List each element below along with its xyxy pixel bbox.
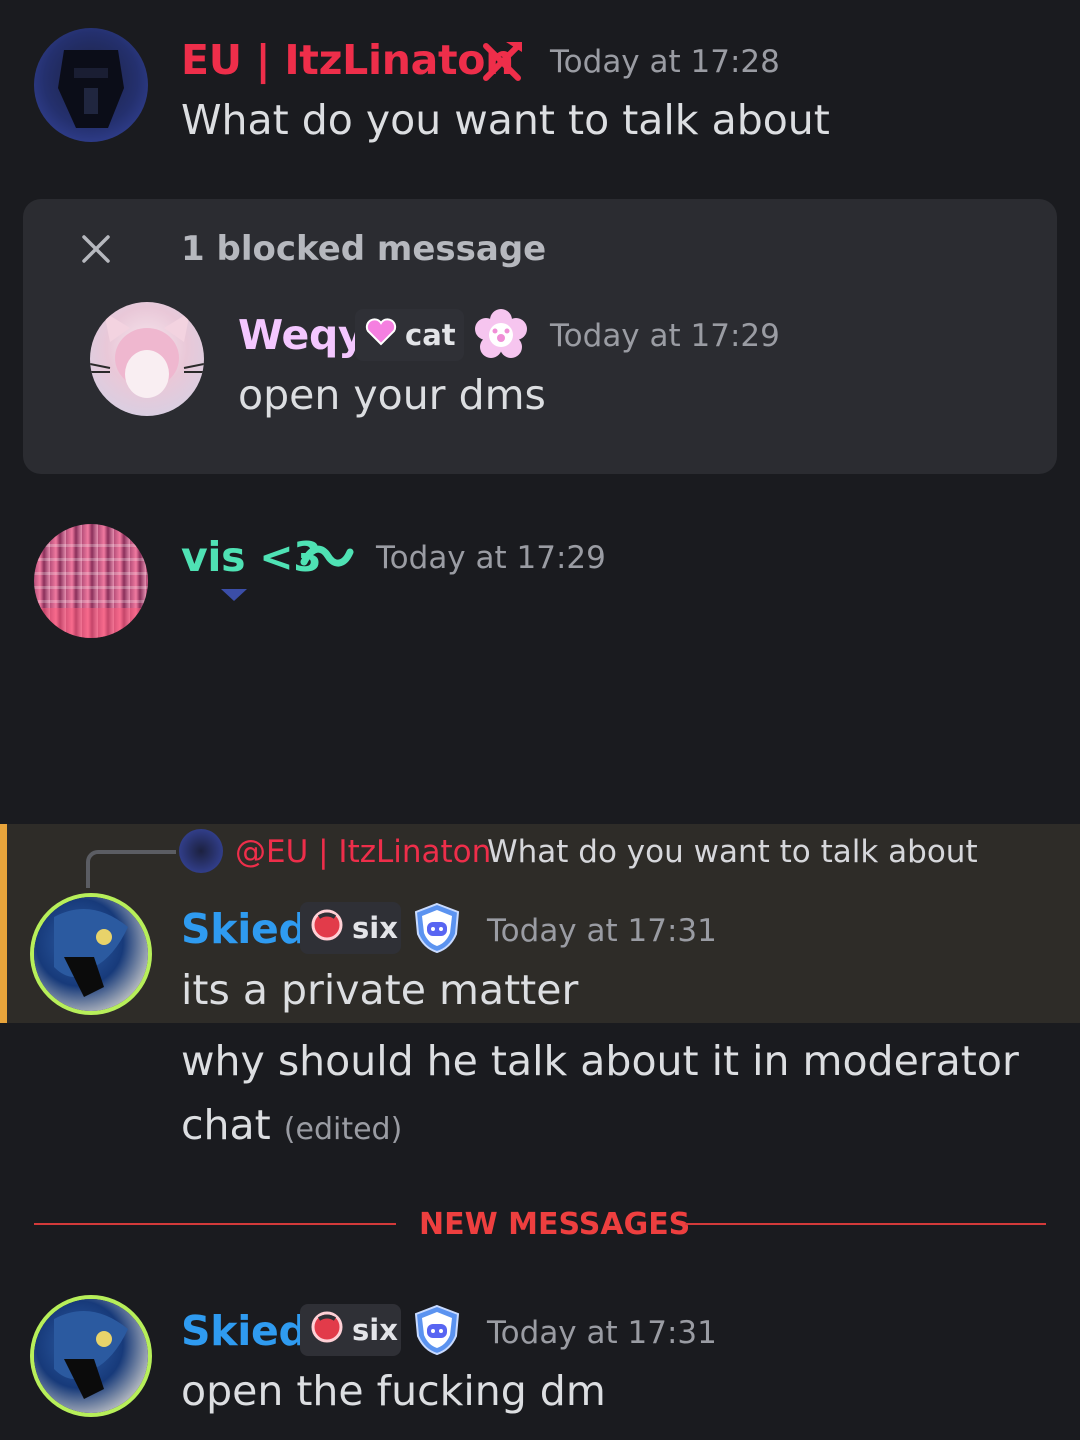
discord-shield-icon: [412, 902, 462, 954]
timestamp: Today at 17:29: [550, 318, 780, 354]
reply-avatar[interactable]: [179, 829, 223, 873]
timestamp: Today at 17:31: [487, 913, 717, 949]
guild-tag-text: six: [352, 911, 398, 945]
message-text: What do you want to talk about: [181, 96, 830, 144]
username[interactable]: EU | ItzLinaton: [181, 36, 514, 84]
timestamp: Today at 17:29: [376, 540, 606, 576]
guild-tag[interactable]: six: [300, 1304, 401, 1356]
message-text: open your dms: [238, 371, 546, 419]
pink-heart-icon: [365, 317, 397, 353]
reply-preview-text[interactable]: What do you want to talk about: [487, 834, 978, 870]
avatar[interactable]: [34, 524, 148, 638]
message-text: why should he talk about it in moderator: [181, 1037, 1019, 1085]
username[interactable]: Skied: [181, 1307, 308, 1355]
reply-username[interactable]: @EU | ItzLinaton: [235, 834, 491, 870]
hammer-pickaxe-icon: [478, 38, 526, 86]
message-text: open the fucking dm: [181, 1367, 606, 1415]
divider-line-left: [34, 1223, 396, 1225]
paw-flower-icon: [475, 309, 527, 361]
divider-line-right: [685, 1223, 1046, 1225]
close-icon[interactable]: [80, 233, 112, 265]
guild-tag-text: six: [352, 1313, 398, 1347]
username[interactable]: Weqy: [238, 311, 365, 359]
avatar[interactable]: [34, 897, 148, 1011]
wave-icon: [300, 538, 354, 576]
red-orb-icon: [310, 908, 344, 949]
new-messages-divider-label: NEW MESSAGES: [419, 1207, 691, 1242]
guild-tag[interactable]: cat: [355, 309, 464, 361]
avatar[interactable]: [90, 302, 204, 416]
discord-shield-icon: [412, 1304, 462, 1356]
avatar[interactable]: [34, 28, 148, 142]
reply-connector: [86, 850, 176, 888]
mention-highlight-bar: [0, 824, 7, 1023]
username[interactable]: Skied: [181, 905, 308, 953]
edited-label: (edited): [283, 1112, 403, 1147]
guild-tag[interactable]: six: [300, 902, 401, 954]
timestamp: Today at 17:28: [550, 44, 780, 80]
message-text: chat: [181, 1101, 271, 1149]
avatar[interactable]: [34, 1299, 148, 1413]
red-orb-icon: [310, 1310, 344, 1351]
timestamp: Today at 17:31: [487, 1315, 717, 1351]
guild-tag-text: cat: [405, 318, 456, 352]
message-text: its a private matter: [181, 966, 579, 1014]
blocked-message-label[interactable]: 1 blocked message: [181, 229, 546, 269]
collapsed-content-caret: [221, 588, 247, 602]
